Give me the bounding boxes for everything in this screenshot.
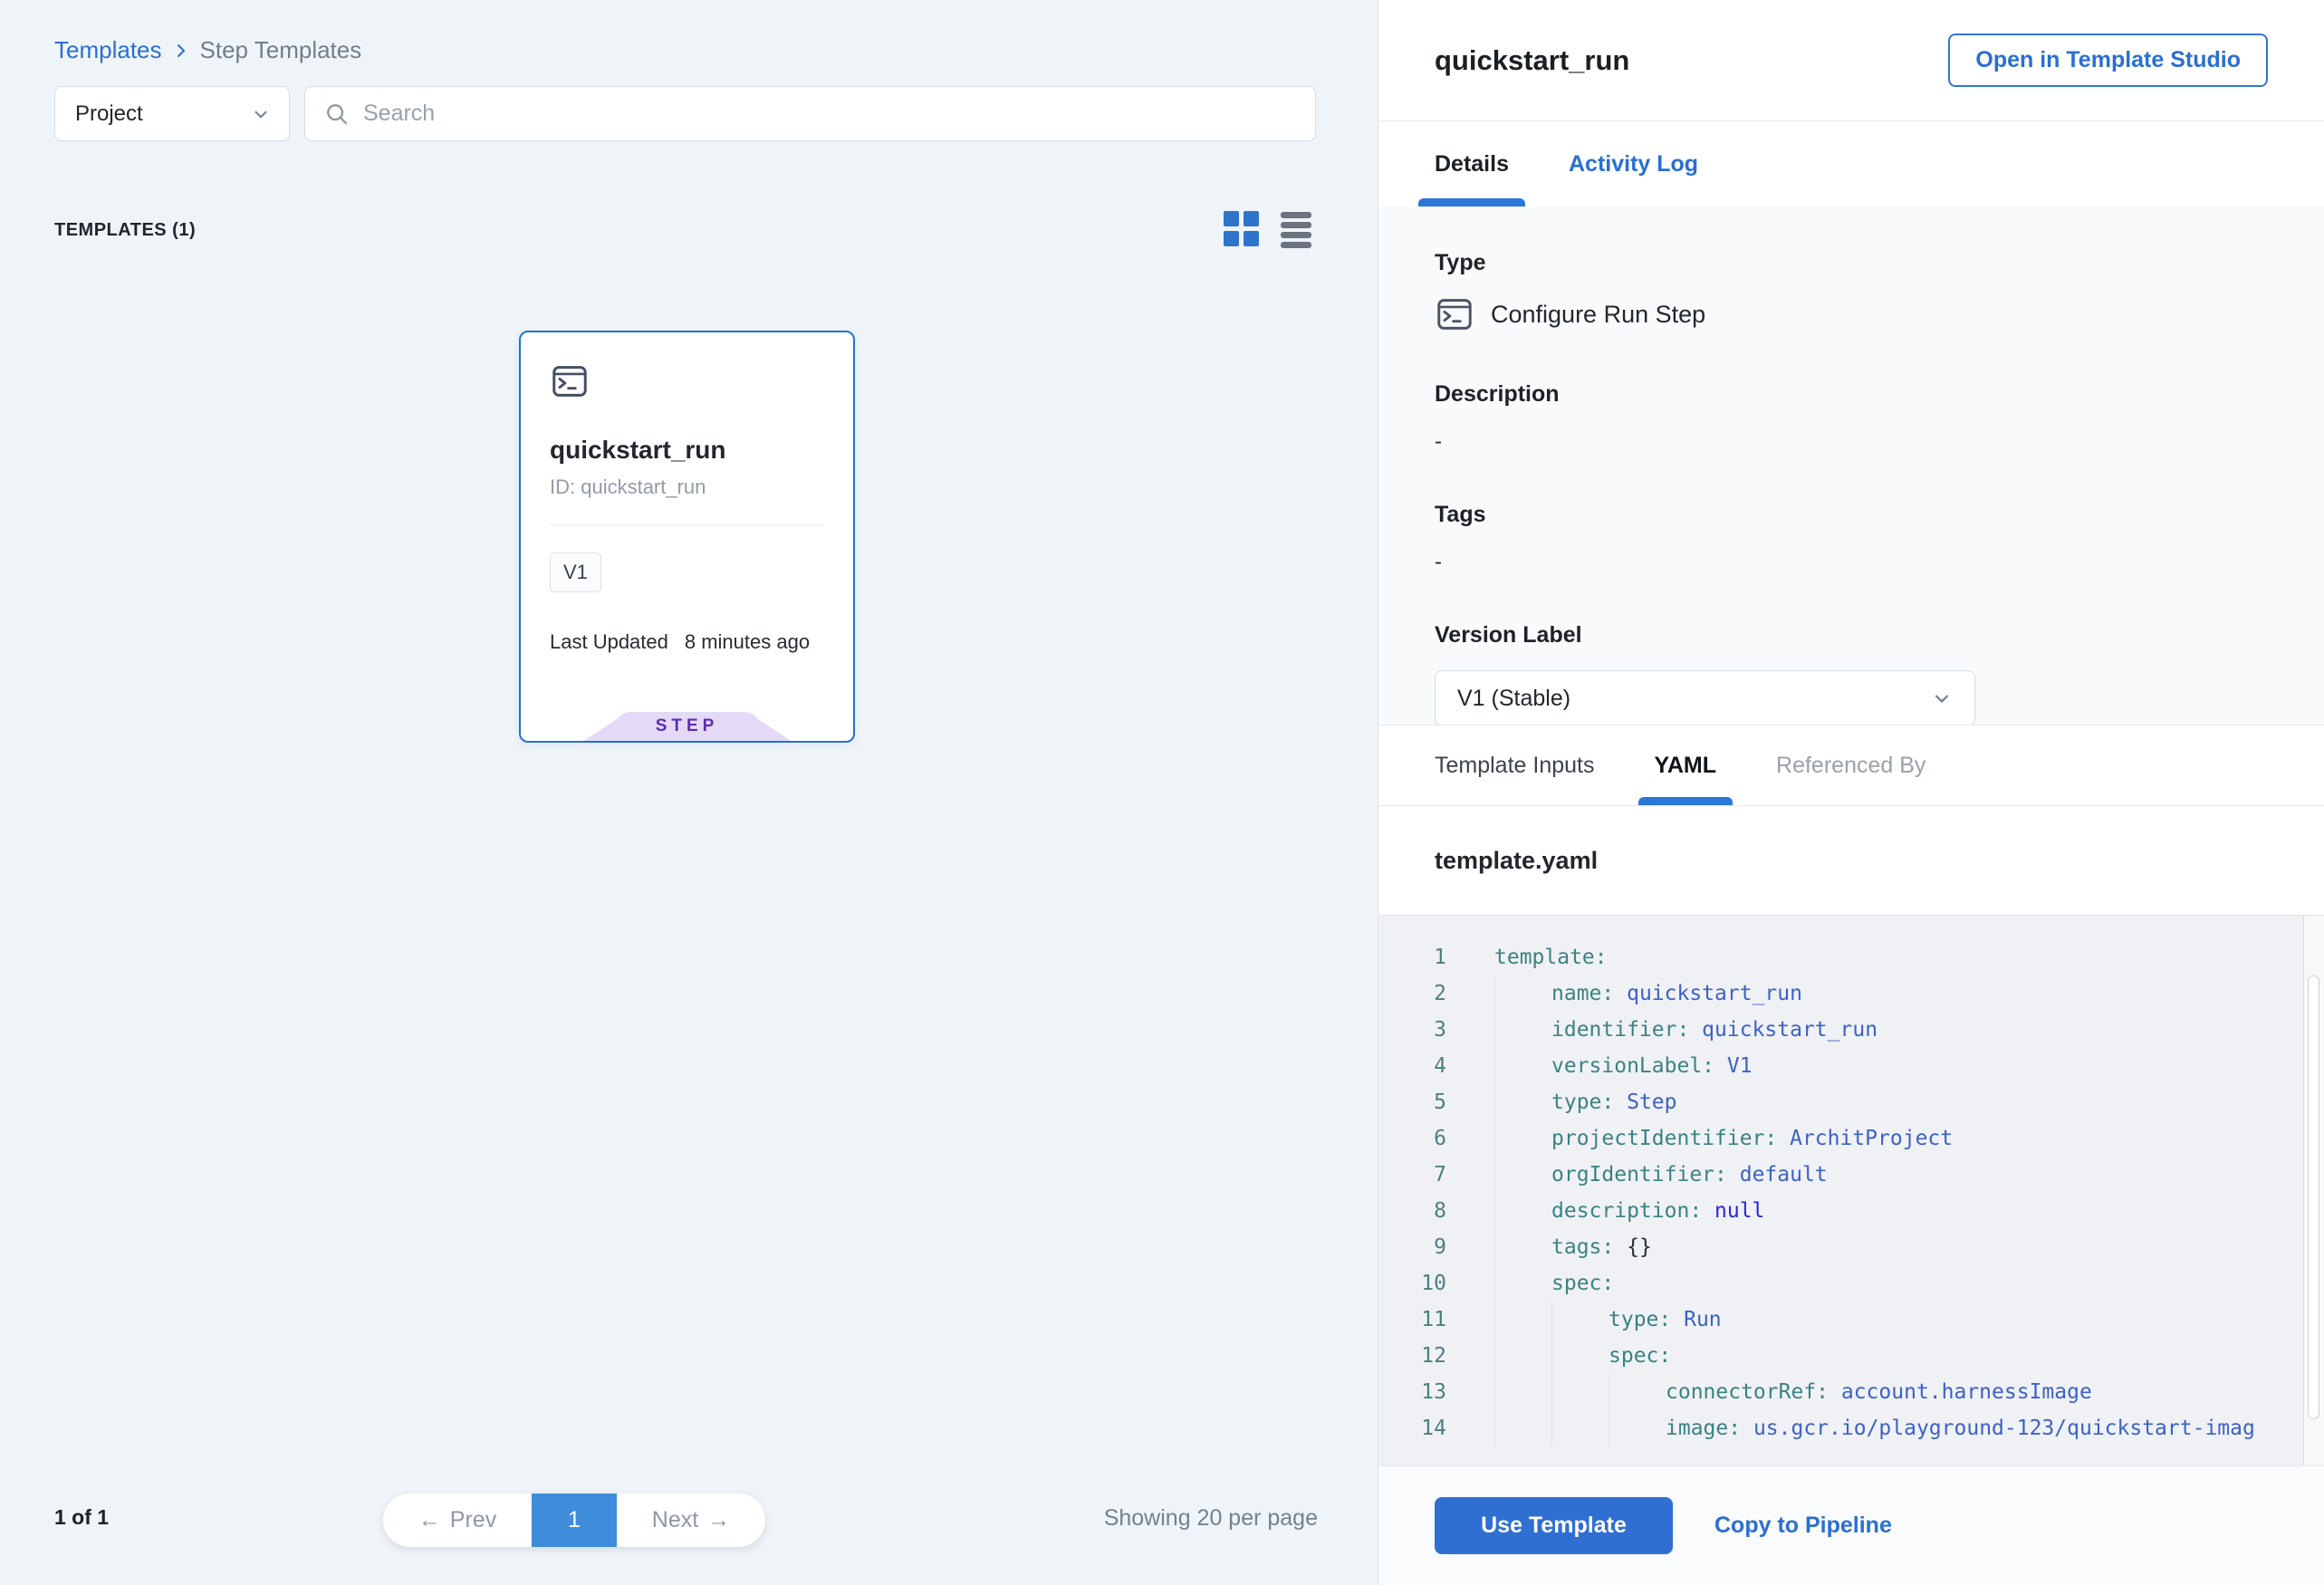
template-details-panel: quickstart_run Open in Template Studio D… bbox=[1378, 0, 2324, 1585]
page-summary: 1 of 1 bbox=[54, 1505, 109, 1530]
templates-list-panel: Templates Step Templates Project TEMPLAT… bbox=[0, 0, 1378, 1585]
details-body: Type Configure Run Step Description - Ta… bbox=[1378, 207, 2324, 725]
code-line: 3identifier: quickstart_run bbox=[1378, 1012, 2324, 1048]
search-icon bbox=[323, 101, 351, 128]
code-line: 12spec: bbox=[1378, 1338, 2324, 1374]
code-line: 5type: Step bbox=[1378, 1084, 2324, 1120]
last-updated-label: Last Updated bbox=[550, 630, 668, 654]
terminal-icon bbox=[550, 361, 824, 401]
line-number: 3 bbox=[1378, 1012, 1446, 1048]
tab-activity-log[interactable]: Activity Log bbox=[1569, 121, 1698, 207]
details-tabs: Details Activity Log bbox=[1378, 121, 2324, 207]
line-number: 14 bbox=[1378, 1410, 1446, 1446]
chevron-down-icon bbox=[249, 102, 273, 126]
version-badge: V1 bbox=[550, 552, 601, 592]
scope-select[interactable]: Project bbox=[54, 86, 290, 141]
code-line: 11type: Run bbox=[1378, 1302, 2324, 1338]
step-ribbon: STEP bbox=[583, 711, 791, 741]
tab-details[interactable]: Details bbox=[1435, 121, 1509, 207]
last-updated-value: 8 minutes ago bbox=[685, 630, 810, 654]
line-number: 7 bbox=[1378, 1157, 1446, 1193]
templates-count-label: TEMPLATES (1) bbox=[54, 220, 196, 241]
code-scrollbar[interactable] bbox=[2303, 916, 2324, 1465]
code-line: 1template: bbox=[1378, 939, 2324, 975]
last-updated-row: Last Updated 8 minutes ago bbox=[550, 630, 824, 654]
yaml-file-name: template.yaml bbox=[1435, 847, 1598, 875]
line-number: 8 bbox=[1378, 1193, 1446, 1229]
breadcrumb-templates-link[interactable]: Templates bbox=[54, 36, 162, 64]
template-card[interactable]: quickstart_run ID: quickstart_run V1 Las… bbox=[519, 331, 855, 743]
template-title: quickstart_run bbox=[1435, 44, 1948, 77]
scope-select-value: Project bbox=[75, 101, 249, 127]
card-divider bbox=[550, 524, 824, 525]
code-line: 2name: quickstart_run bbox=[1378, 975, 2324, 1012]
arrow-right-icon: → bbox=[707, 1507, 730, 1533]
per-page-label: Showing 20 per page bbox=[1104, 1505, 1318, 1532]
yaml-section-tabs: Template Inputs YAML Referenced By bbox=[1378, 725, 2324, 806]
yaml-code-lines: 1template:2name: quickstart_run3identifi… bbox=[1378, 939, 2324, 1446]
use-template-button[interactable]: Use Template bbox=[1435, 1497, 1673, 1554]
pagination: ← Prev 1 Next → bbox=[383, 1494, 765, 1547]
terminal-icon bbox=[1435, 294, 1474, 334]
arrow-left-icon: ← bbox=[418, 1507, 441, 1533]
open-in-template-studio-button[interactable]: Open in Template Studio bbox=[1948, 34, 2268, 87]
yaml-file-bar: template.yaml bbox=[1378, 806, 2324, 915]
next-page-button[interactable]: Next → bbox=[617, 1494, 765, 1547]
description-value: - bbox=[1435, 429, 2268, 455]
line-number: 11 bbox=[1378, 1302, 1446, 1338]
list-icon bbox=[1281, 212, 1311, 218]
page-1-button[interactable]: 1 bbox=[532, 1494, 617, 1547]
details-header: quickstart_run Open in Template Studio bbox=[1378, 0, 2324, 121]
line-number: 12 bbox=[1378, 1338, 1446, 1374]
details-footer: Use Template Copy to Pipeline bbox=[1378, 1465, 2324, 1585]
tab-template-inputs[interactable]: Template Inputs bbox=[1435, 725, 1595, 805]
code-line: 8description: null bbox=[1378, 1193, 2324, 1229]
grid-view-button[interactable] bbox=[1224, 211, 1259, 246]
code-line: 7orgIdentifier: default bbox=[1378, 1157, 2324, 1193]
line-number: 9 bbox=[1378, 1229, 1446, 1265]
template-card-title: quickstart_run bbox=[550, 436, 824, 465]
active-tab-underline bbox=[1638, 797, 1733, 805]
line-number: 4 bbox=[1378, 1048, 1446, 1084]
tags-label: Tags bbox=[1435, 502, 2268, 528]
version-select-value: V1 (Stable) bbox=[1457, 686, 1929, 712]
breadcrumb-current: Step Templates bbox=[200, 36, 362, 64]
type-value-row: Configure Run Step bbox=[1435, 294, 2268, 334]
code-line: 13connectorRef: account.harnessImage bbox=[1378, 1374, 2324, 1410]
breadcrumb-chevron-icon bbox=[173, 43, 189, 59]
version-select[interactable]: V1 (Stable) bbox=[1435, 670, 1975, 726]
copy-to-pipeline-link[interactable]: Copy to Pipeline bbox=[1714, 1513, 1892, 1539]
tab-yaml[interactable]: YAML bbox=[1655, 725, 1717, 805]
type-value: Configure Run Step bbox=[1491, 301, 1705, 329]
active-tab-underline bbox=[1418, 198, 1525, 207]
list-view-button[interactable] bbox=[1281, 212, 1311, 248]
code-line: 6projectIdentifier: ArchitProject bbox=[1378, 1120, 2324, 1157]
code-line: 4versionLabel: V1 bbox=[1378, 1048, 2324, 1084]
chevron-down-icon bbox=[1929, 686, 1954, 711]
grid-icon bbox=[1224, 211, 1239, 226]
code-line: 14image: us.gcr.io/playground-123/quicks… bbox=[1378, 1410, 2324, 1446]
breadcrumb: Templates Step Templates bbox=[54, 36, 361, 64]
tags-value: - bbox=[1435, 550, 2268, 575]
prev-page-button[interactable]: ← Prev bbox=[383, 1494, 532, 1547]
template-card-id: ID: quickstart_run bbox=[550, 476, 824, 499]
search-box bbox=[304, 86, 1316, 141]
line-number: 10 bbox=[1378, 1265, 1446, 1302]
code-line: 9tags: {} bbox=[1378, 1229, 2324, 1265]
line-number: 6 bbox=[1378, 1120, 1446, 1157]
step-ribbon-label: STEP bbox=[583, 711, 791, 741]
search-input[interactable] bbox=[363, 101, 1297, 127]
description-label: Description bbox=[1435, 381, 2268, 408]
yaml-code-viewer[interactable]: 1template:2name: quickstart_run3identifi… bbox=[1378, 915, 2324, 1465]
line-number: 13 bbox=[1378, 1374, 1446, 1410]
line-number: 2 bbox=[1378, 975, 1446, 1012]
version-label: Version Label bbox=[1435, 622, 2268, 648]
tab-referenced-by[interactable]: Referenced By bbox=[1776, 725, 1925, 805]
line-number: 5 bbox=[1378, 1084, 1446, 1120]
templates-page: Templates Step Templates Project TEMPLAT… bbox=[0, 0, 2324, 1585]
type-label: Type bbox=[1435, 250, 2268, 276]
scrollbar-thumb[interactable] bbox=[2308, 975, 2319, 1419]
code-line: 10spec: bbox=[1378, 1265, 2324, 1302]
line-number: 1 bbox=[1378, 939, 1446, 975]
